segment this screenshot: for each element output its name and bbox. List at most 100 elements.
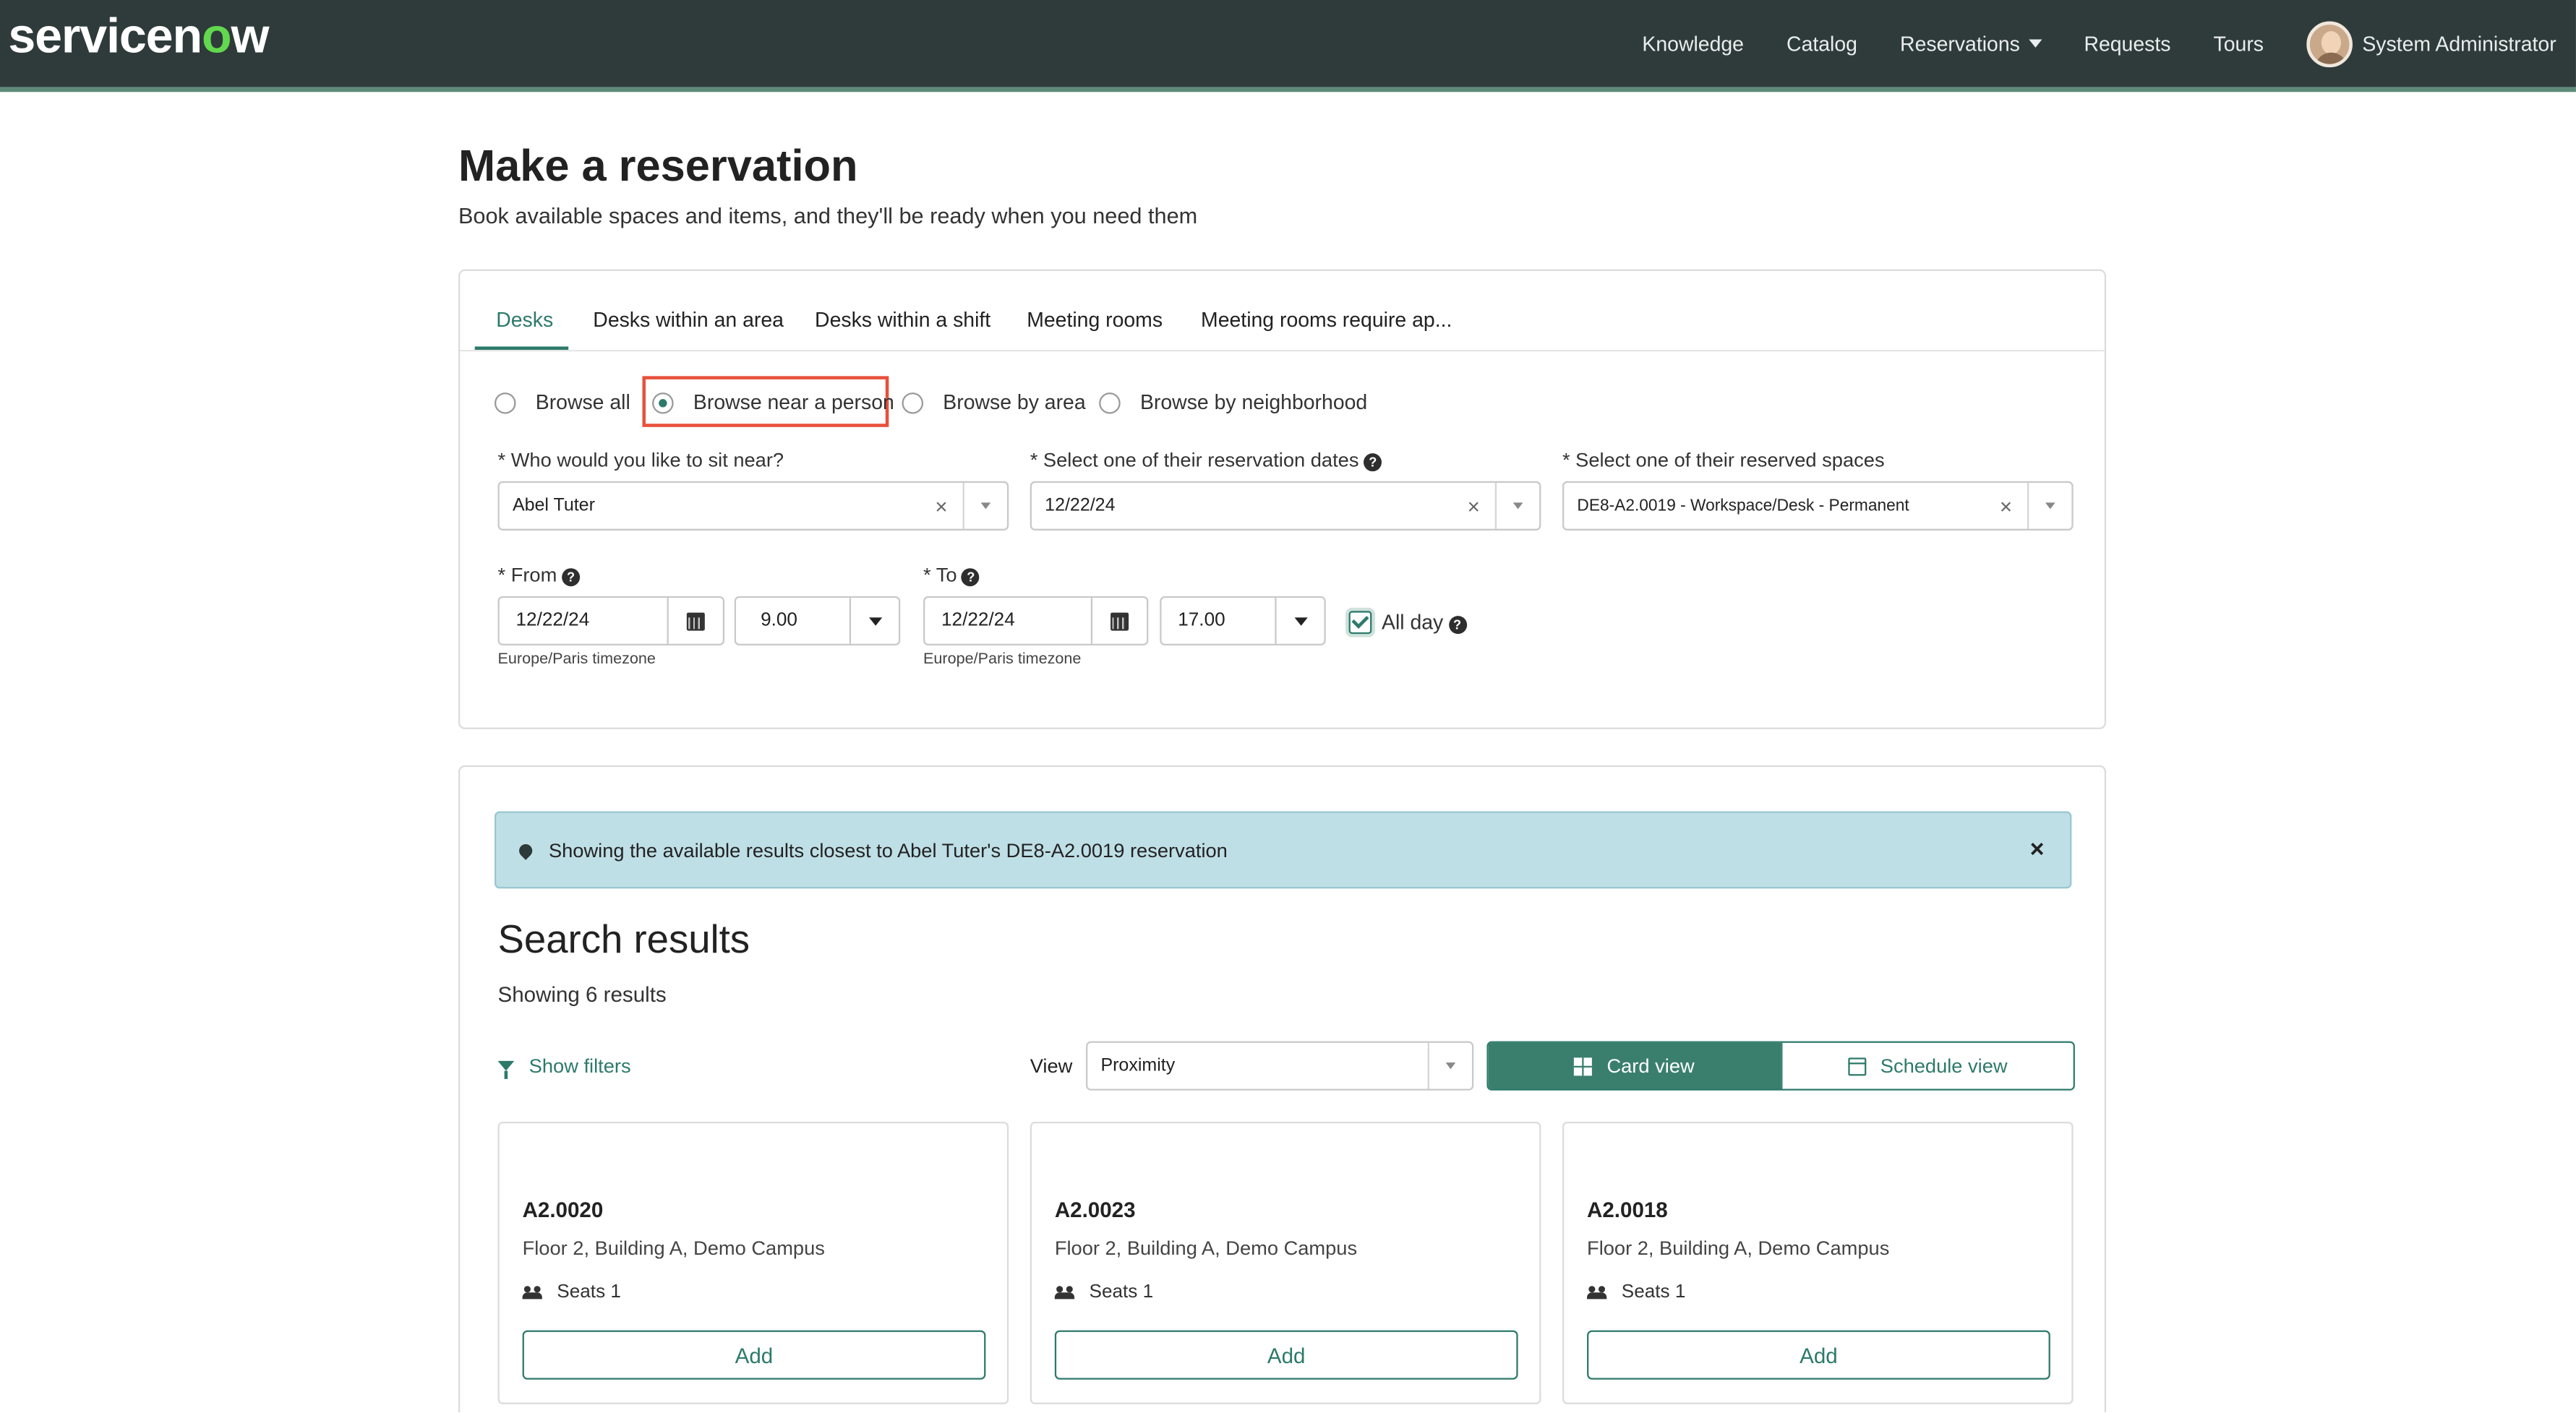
reservation-form-panel: Desks Desks within an area Desks within … (458, 269, 2107, 729)
reservation-date-select[interactable]: 12/22/24 × (1030, 481, 1541, 531)
dropdown-toggle[interactable] (1497, 502, 1539, 510)
to-time-select[interactable]: 17.00 (1160, 596, 1326, 646)
schedule-view-label: Schedule view (1880, 1054, 2008, 1078)
card-view-label: Card view (1606, 1054, 1695, 1078)
top-navbar: servicenow Knowledge Catalog Reservation… (0, 0, 2576, 87)
show-filters-label: Show filters (529, 1054, 631, 1078)
radio-label: Browse all (535, 390, 630, 414)
all-day-label-text: All day (1382, 611, 1444, 635)
all-day-checkbox[interactable] (1348, 611, 1372, 635)
clear-icon[interactable]: × (1452, 494, 1495, 518)
chevron-down-icon (980, 502, 991, 510)
calendar-button[interactable] (1090, 598, 1147, 644)
radio-label: Browse near a person (693, 390, 894, 414)
tab-meeting-rooms[interactable]: Meeting rooms (1027, 309, 1163, 332)
reserved-space-select[interactable]: DE8-A2.0019 - Workspace/Desk - Permanent… (1562, 481, 2074, 531)
radio-circle (1099, 391, 1121, 413)
desk-name: A2.0020 (522, 1197, 604, 1222)
avatar (2306, 20, 2353, 67)
desk-location: Floor 2, Building A, Demo Campus (1054, 1237, 1358, 1260)
logo-text: servicen (8, 9, 202, 64)
radio-browse-all[interactable]: Browse all (494, 390, 630, 414)
time-dropdown[interactable] (1275, 598, 1324, 644)
calendar-button[interactable] (667, 598, 723, 644)
view-value: Proximity (1100, 1056, 1176, 1076)
tab-meeting-rooms-approval[interactable]: Meeting rooms require ap... (1201, 309, 1452, 332)
search-results-panel: Showing the available results closest to… (458, 765, 2107, 1413)
nav-reservations[interactable]: Reservations (1900, 32, 2042, 56)
add-button[interactable]: Add (1587, 1330, 2050, 1380)
desk-location: Floor 2, Building A, Demo Campus (1587, 1237, 1890, 1260)
from-time-value: 9.00 (761, 611, 797, 631)
seats-info: Seats 1 (1587, 1283, 1685, 1302)
to-time-value: 17.00 (1178, 611, 1225, 631)
radio-label: Browse by area (943, 390, 1086, 414)
help-icon[interactable]: ? (1448, 616, 1467, 635)
add-button[interactable]: Add (1054, 1330, 1518, 1380)
tab-desks-within-shift[interactable]: Desks within a shift (815, 309, 990, 332)
calendar-icon (1111, 611, 1129, 630)
person-select[interactable]: Abel Tuter × (497, 481, 1009, 531)
card-view-button[interactable]: Card view (1488, 1042, 1781, 1089)
add-button[interactable]: Add (522, 1330, 986, 1380)
tab-desks[interactable]: Desks (496, 309, 553, 332)
close-icon[interactable]: × (2017, 836, 2057, 864)
spaces-label: * Select one of their reserved spaces (1562, 448, 1885, 472)
all-day-label: All day? (1382, 611, 1467, 635)
people-icon (522, 1286, 542, 1300)
clear-icon[interactable]: × (1985, 494, 2027, 518)
chevron-down-icon (2028, 39, 2042, 48)
seats-info: Seats 1 (522, 1282, 621, 1302)
page-subtitle: Book available spaces and items, and the… (458, 203, 1198, 228)
from-label: * From? (498, 563, 581, 587)
nav-knowledge[interactable]: Knowledge (1642, 32, 1744, 55)
schedule-view-button[interactable]: Schedule view (1780, 1042, 2074, 1089)
radio-browse-by-area[interactable]: Browse by area (902, 390, 1086, 414)
dropdown-toggle[interactable] (964, 502, 1007, 510)
seats-text: Seats 1 (557, 1282, 621, 1302)
date-value: 12/22/24 (1045, 496, 1116, 516)
show-filters-link[interactable]: Show filters (497, 1054, 631, 1079)
view-sort-select[interactable]: Proximity (1085, 1041, 1474, 1091)
calendar-icon (686, 611, 705, 630)
chevron-down-icon (1512, 502, 1523, 510)
dates-label: * Select one of their reservation dates? (1030, 448, 1382, 472)
nav-requests[interactable]: Requests (2084, 32, 2170, 55)
time-dropdown[interactable] (849, 598, 899, 644)
radio-circle (494, 391, 516, 413)
radio-browse-by-neighborhood[interactable]: Browse by neighborhood (1099, 391, 1367, 414)
dropdown-toggle[interactable] (2029, 502, 2071, 510)
map-pin-icon (516, 841, 535, 859)
to-date-input[interactable]: 12/22/24 (923, 596, 1149, 646)
clear-icon[interactable]: × (920, 494, 962, 518)
active-tab-indicator (474, 346, 569, 350)
page-title: Make a reservation (458, 141, 858, 191)
results-title: Search results (497, 918, 750, 963)
from-date-input[interactable]: 12/22/24 (497, 596, 725, 646)
help-icon[interactable]: ? (562, 568, 581, 587)
person-label: * Who would you like to sit near? (497, 448, 784, 472)
seats-info: Seats 1 (1054, 1283, 1153, 1302)
nav-tours[interactable]: Tours (2214, 32, 2264, 55)
nav-catalog[interactable]: Catalog (1786, 32, 1857, 55)
nav-reservations-label: Reservations (1900, 32, 2020, 56)
to-timezone: Europe/Paris timezone (923, 650, 1082, 669)
to-date-value: 12/22/24 (941, 611, 1015, 631)
help-icon[interactable]: ? (962, 568, 980, 587)
tab-desks-within-area[interactable]: Desks within an area (593, 309, 784, 332)
radio-browse-near-person[interactable]: Browse near a person (652, 391, 894, 414)
dropdown-toggle[interactable] (1429, 1062, 1472, 1070)
user-menu[interactable]: System Administrator (2306, 20, 2556, 67)
help-icon[interactable]: ? (1364, 453, 1382, 472)
to-label: * To? (923, 563, 980, 587)
seats-text: Seats 1 (1621, 1282, 1686, 1302)
logo-text-end: w (231, 9, 269, 64)
proximity-alert: Showing the available results closest to… (494, 811, 2072, 889)
results-count: Showing 6 results (497, 982, 667, 1007)
from-date-value: 12/22/24 (515, 611, 590, 631)
user-name: System Administrator (2362, 32, 2556, 56)
tab-bar: Desks Desks within an area Desks within … (460, 271, 2105, 352)
servicenow-logo[interactable]: servicenow (8, 9, 269, 66)
from-time-select[interactable]: 9.00 (734, 596, 901, 646)
chevron-down-icon (2045, 502, 2055, 510)
